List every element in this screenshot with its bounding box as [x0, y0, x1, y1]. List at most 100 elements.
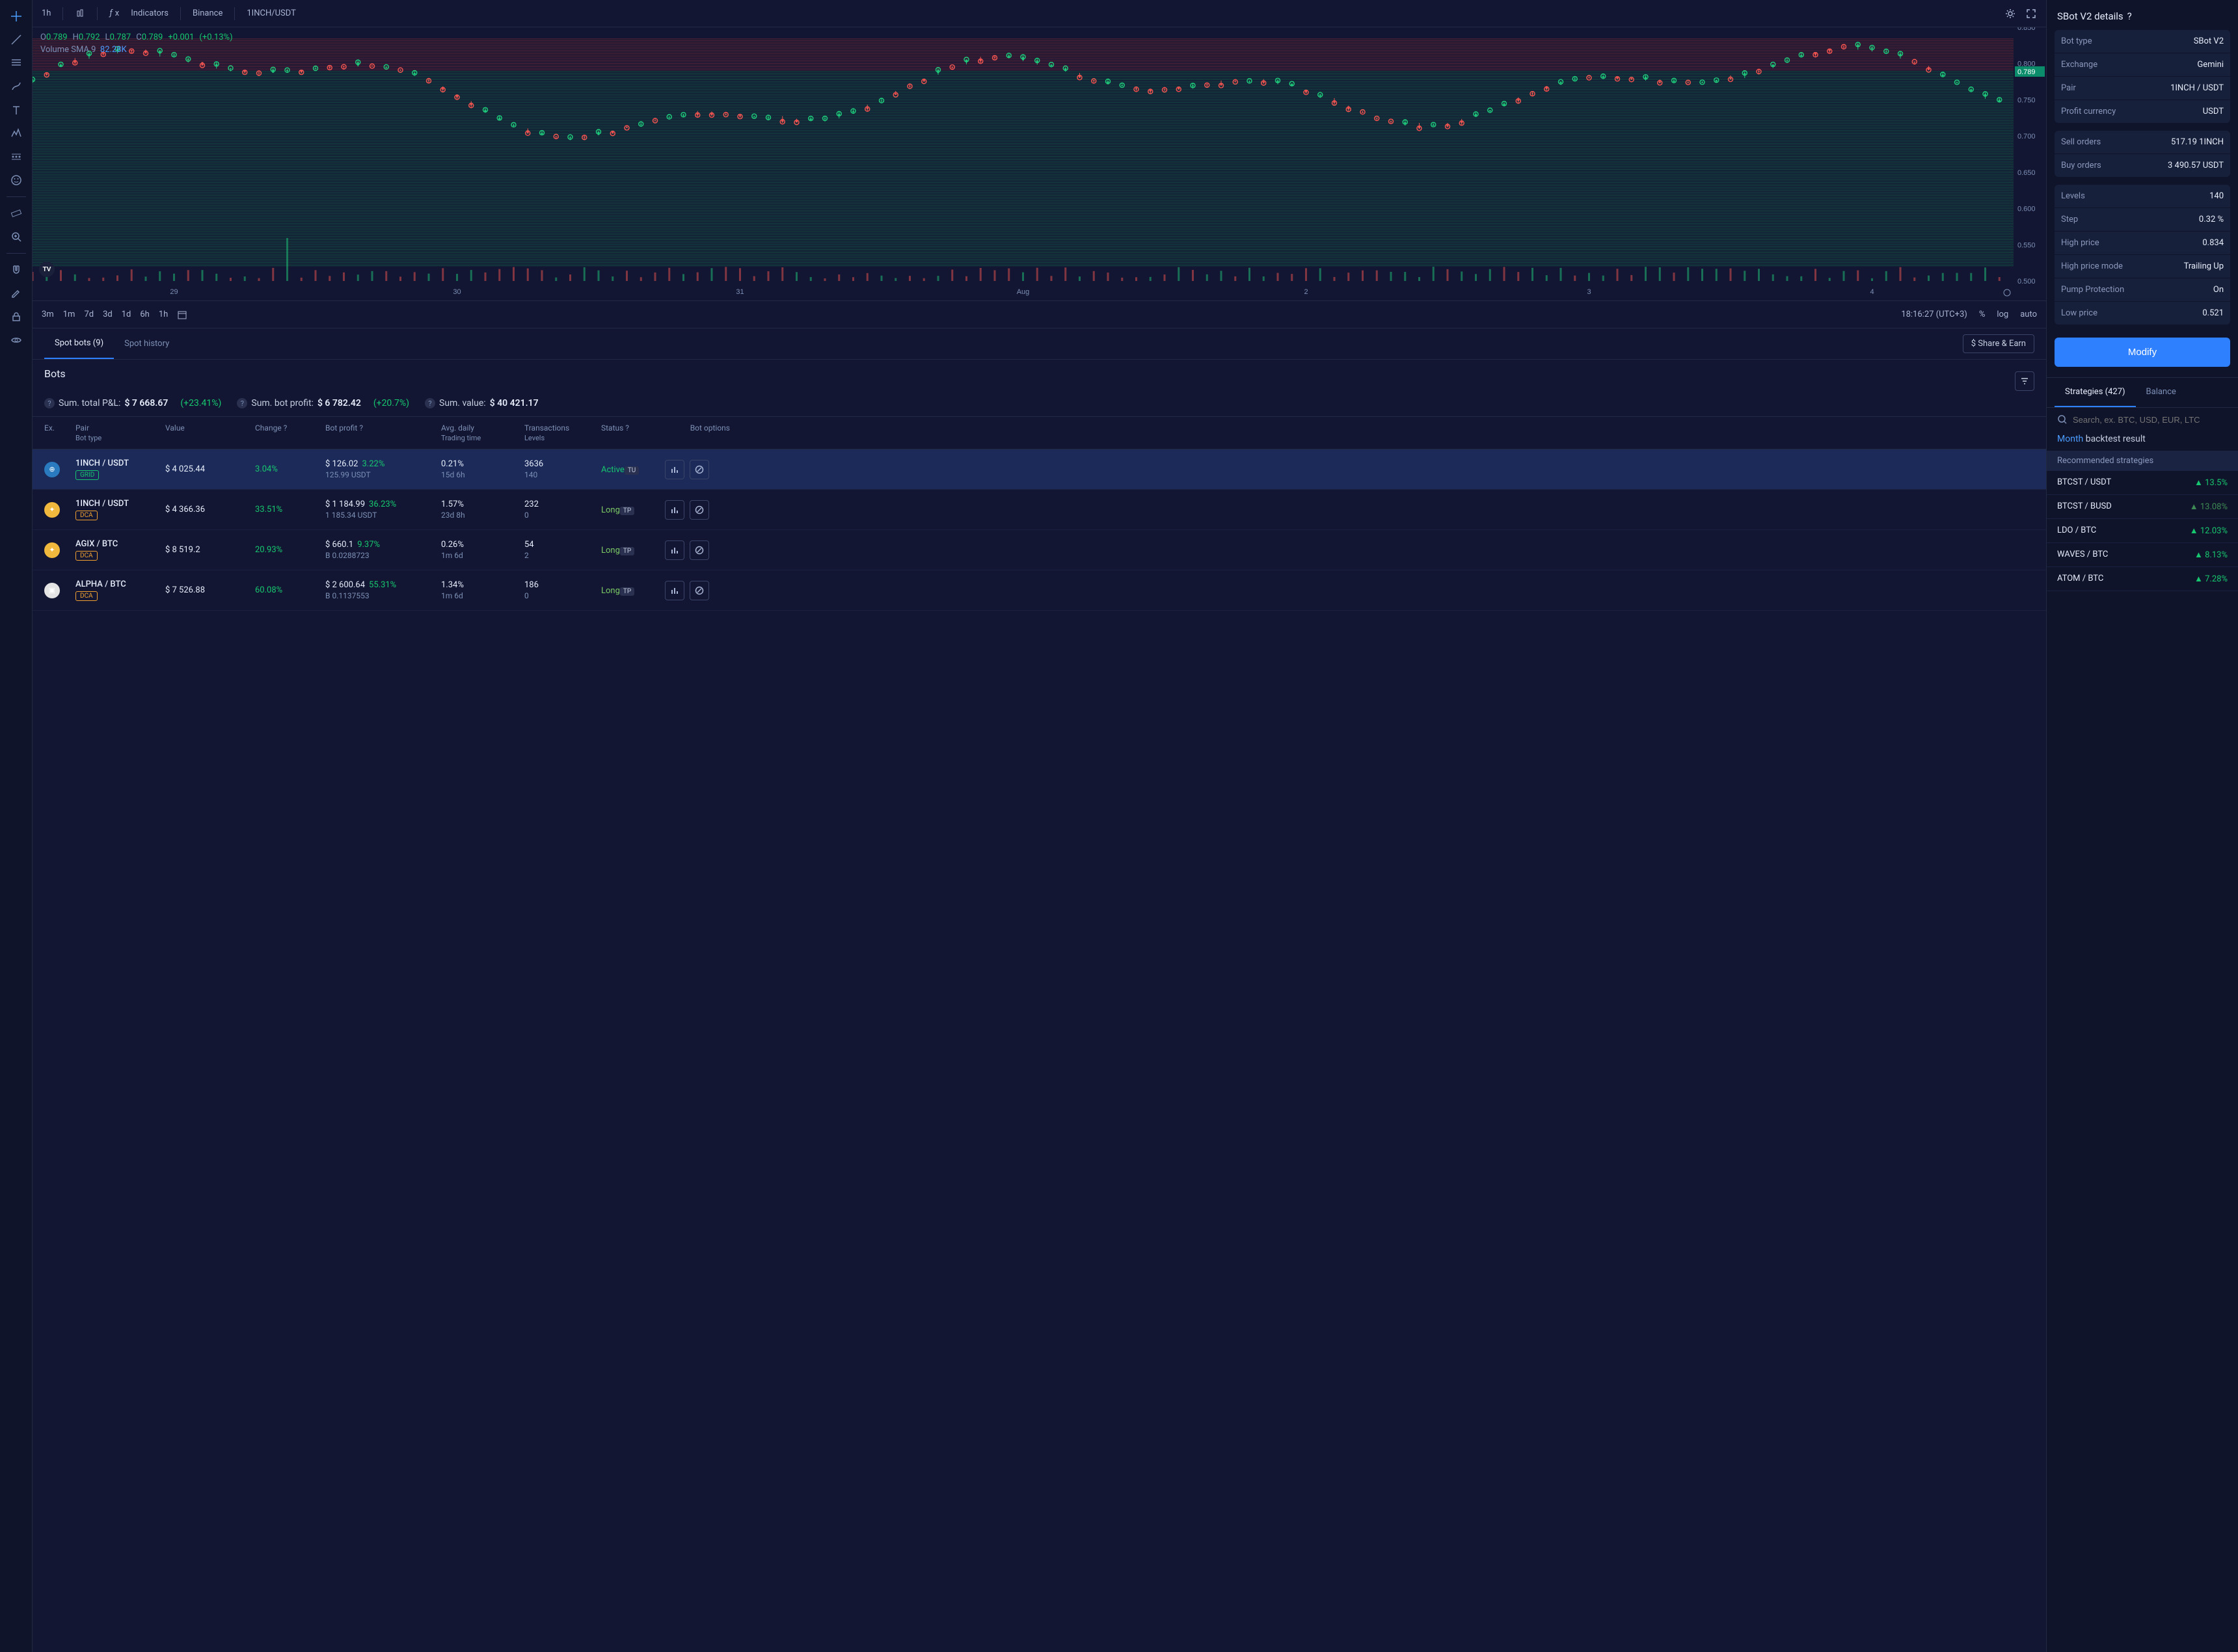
bots-title: Bots — [44, 367, 2034, 380]
bot-type-badge: DCA — [75, 551, 98, 561]
value-cell: $ 4 366.36 — [165, 505, 250, 514]
tab-strategies[interactable]: Strategies (427) — [2055, 378, 2136, 407]
timeframe-6h[interactable]: 6h — [140, 310, 149, 319]
timeframe-1h[interactable]: 1h — [159, 310, 168, 319]
candle-style-icon[interactable] — [75, 8, 85, 19]
strategy-row[interactable]: LDO / BTC▲ 12.03% — [2047, 519, 2238, 543]
ohlc-readout: O0.789 H0.792 L0.787 C0.789 +0.001 (+0.1… — [40, 33, 233, 42]
help-icon[interactable]: ? — [2127, 10, 2132, 22]
goto-date-icon[interactable] — [177, 310, 187, 320]
value-cell: $ 7 526.88 — [165, 585, 250, 595]
eye-icon[interactable] — [7, 330, 26, 350]
bot-type-badge: GRID — [75, 470, 99, 480]
strategy-row[interactable]: BTCST / BUSD▲ 13.08% — [2047, 495, 2238, 519]
fullscreen-icon[interactable] — [2025, 8, 2037, 20]
status-cell: Active — [601, 465, 625, 475]
timeframe-3d[interactable]: 3d — [103, 310, 113, 319]
bot-row[interactable]: ✦ 1INCH / USDTDCA $ 4 366.36 33.51% $ 1 … — [33, 490, 2046, 530]
change-cell: 60.08% — [255, 585, 320, 595]
edit-icon[interactable] — [7, 284, 26, 303]
emoji-icon[interactable] — [7, 170, 26, 190]
share-earn-button[interactable]: $ Share & Earn — [1963, 334, 2034, 353]
trans-cell: 186 — [524, 580, 539, 590]
bots-panel: Spot bots (9) Spot history $ Share & Ear… — [33, 328, 2046, 1652]
profit-cell: $ 1 184.9936.23% — [325, 500, 396, 509]
log-toggle[interactable]: log — [1997, 310, 2008, 319]
timeframe-1m[interactable]: 1m — [63, 310, 75, 319]
crosshair-icon[interactable] — [7, 7, 26, 26]
detail-row: Low price0.521 — [2055, 302, 2230, 325]
details-title: SBot V2 details ? — [2047, 0, 2238, 30]
fx-icon[interactable]: ƒx — [109, 8, 119, 18]
change-cell: 20.93% — [255, 545, 320, 555]
chart-footer: 3m 1m 7d 3d 1d 6h 1h 18:16:27 (UTC+3) % log au… — [33, 300, 2046, 328]
bot-type-badge: DCA — [75, 591, 98, 601]
pct-toggle[interactable]: % — [1979, 310, 1986, 319]
help-icon[interactable]: ? — [359, 423, 363, 433]
help-icon[interactable]: ? — [625, 423, 629, 433]
avg-cell: 0.26% — [441, 540, 464, 550]
indicators-button[interactable]: Indicators — [131, 8, 169, 18]
trans-cell: 3636 — [524, 459, 543, 469]
avg-cell: 0.21% — [441, 459, 464, 469]
interval-select[interactable]: 1h — [42, 8, 51, 18]
help-icon[interactable]: ? — [44, 398, 55, 408]
detail-row: Step0.32 % — [2055, 208, 2230, 232]
fib-icon[interactable] — [7, 53, 26, 73]
modify-button[interactable]: Modify — [2055, 338, 2230, 367]
pattern-icon[interactable] — [7, 124, 26, 143]
volume-readout: Volume SMA 9 82.28K — [40, 45, 233, 55]
detail-row: High price modeTrailing Up — [2055, 255, 2230, 278]
tab-spot-history[interactable]: Spot history — [114, 328, 180, 359]
strategy-row[interactable]: BTCST / USDT▲ 13.5% — [2047, 471, 2238, 495]
tab-balance[interactable]: Balance — [2136, 378, 2187, 407]
settings-icon[interactable] — [2004, 8, 2016, 20]
bot-row[interactable]: ✦ AGIX / BTCDCA $ 8 519.2 20.93% $ 660.1… — [33, 530, 2046, 570]
stop-button[interactable] — [690, 500, 709, 520]
symbol-label[interactable]: 1INCH/USDT — [247, 8, 295, 18]
tab-spot-bots[interactable]: Spot bots (9) — [44, 328, 114, 359]
chart-button[interactable] — [665, 500, 684, 520]
auto-toggle[interactable]: auto — [2020, 310, 2037, 319]
drawing-tools-sidebar — [0, 0, 33, 1652]
chart-button[interactable] — [665, 460, 684, 479]
stop-button[interactable] — [690, 540, 709, 560]
bot-type-badge: DCA — [75, 511, 98, 520]
avg-cell: 1.57% — [441, 500, 464, 509]
filter-icon[interactable] — [2015, 371, 2034, 391]
profit-cell: $ 126.023.22% — [325, 459, 384, 469]
trendline-icon[interactable] — [7, 30, 26, 49]
lock-icon[interactable] — [7, 307, 26, 326]
detail-row: Profit currencyUSDT — [2055, 100, 2230, 123]
status-cell: Long — [601, 586, 620, 596]
backtest-label: Month backtest result — [2047, 431, 2238, 451]
chart-button[interactable] — [665, 540, 684, 560]
detail-row: Buy orders3 490.57 USDT — [2055, 154, 2230, 177]
zoom-icon[interactable] — [7, 227, 26, 246]
help-icon[interactable]: ? — [425, 398, 435, 408]
clock-label: 18:16:27 (UTC+3) — [1901, 310, 1967, 319]
prediction-icon[interactable] — [7, 147, 26, 167]
chart-body[interactable]: O0.789 H0.792 L0.787 C0.789 +0.001 (+0.1… — [33, 27, 2046, 300]
timeframe-3m[interactable]: 3m — [42, 310, 54, 319]
help-icon[interactable]: ? — [237, 398, 247, 408]
strategy-row[interactable]: ATOM / BTC▲ 7.28% — [2047, 567, 2238, 591]
search-icon — [2057, 414, 2068, 425]
strategy-search-input[interactable] — [2073, 415, 2228, 425]
bot-row[interactable]: ▣ ALPHA / BTCDCA $ 7 526.88 60.08% $ 2 6… — [33, 570, 2046, 611]
right-sidebar: SBot V2 details ? Bot typeSBot V2Exchang… — [2046, 0, 2238, 1652]
price-chart[interactable] — [33, 27, 2046, 300]
chart-button[interactable] — [665, 581, 684, 600]
brush-icon[interactable] — [7, 77, 26, 96]
magnet-icon[interactable] — [7, 260, 26, 280]
exchange-label[interactable]: Binance — [193, 8, 222, 18]
help-icon[interactable]: ? — [284, 423, 288, 433]
timeframe-1d[interactable]: 1d — [122, 310, 131, 319]
strategy-row[interactable]: WAVES / BTC▲ 8.13% — [2047, 543, 2238, 567]
ruler-icon[interactable] — [7, 204, 26, 223]
stop-button[interactable] — [690, 460, 709, 479]
text-icon[interactable] — [7, 100, 26, 120]
bot-row[interactable]: ⊕ 1INCH / USDTGRID $ 4 025.44 3.04% $ 12… — [33, 449, 2046, 490]
stop-button[interactable] — [690, 581, 709, 600]
timeframe-7d[interactable]: 7d — [84, 310, 94, 319]
